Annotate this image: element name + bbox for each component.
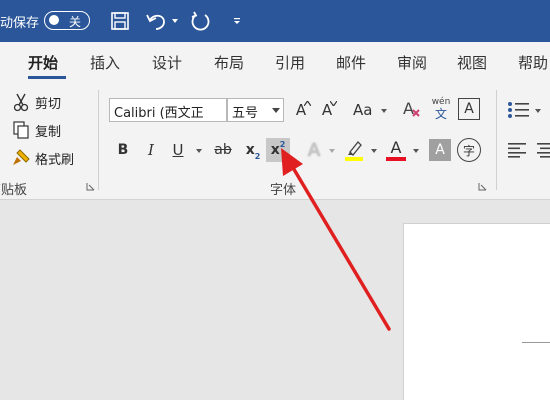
clear-formatting-icon: A bbox=[403, 99, 420, 118]
change-case-label: Aa bbox=[353, 101, 373, 119]
document-page[interactable] bbox=[403, 223, 550, 400]
font-name-value: Calibri (西文正 bbox=[114, 106, 204, 121]
enclose-characters-button[interactable]: 字 bbox=[457, 138, 481, 162]
tab-mailings[interactable]: 邮件 bbox=[336, 52, 366, 73]
undo-icon[interactable] bbox=[144, 9, 180, 33]
underline-glyph: U bbox=[172, 141, 184, 159]
text-effects-dropdown-icon[interactable] bbox=[329, 149, 335, 153]
bullet-list-icon bbox=[508, 102, 529, 118]
format-painter-button[interactable]: 格式刷 bbox=[10, 148, 74, 168]
toggle-knob bbox=[49, 15, 59, 25]
font-color-swatch bbox=[386, 157, 406, 161]
svg-text:A: A bbox=[403, 99, 414, 118]
subscript-button[interactable]: x2 bbox=[242, 138, 264, 162]
copy-button[interactable]: 复制 bbox=[10, 120, 61, 140]
clear-formatting-button[interactable]: A bbox=[400, 96, 424, 122]
font-group-label: 字体 bbox=[270, 183, 297, 198]
superscript-base: x bbox=[270, 142, 280, 158]
strikethrough-button[interactable]: ab bbox=[210, 138, 236, 162]
superscript-mark: 2 bbox=[279, 139, 286, 149]
grow-font-button[interactable]: A bbox=[290, 98, 312, 122]
autosave-label: 动保存 bbox=[0, 16, 40, 31]
autosave-state: 关 bbox=[69, 15, 82, 29]
text-effects-button[interactable]: A bbox=[302, 136, 326, 164]
strikethrough-glyph: ab bbox=[214, 142, 232, 158]
underline-dropdown-icon[interactable] bbox=[196, 149, 202, 153]
phonetic-guide-top: wén bbox=[431, 97, 451, 107]
subscript-mark: 2 bbox=[254, 151, 261, 161]
highlight-color-button[interactable] bbox=[342, 136, 366, 164]
font-size-value: 五号 bbox=[232, 106, 259, 121]
tab-references[interactable]: 引用 bbox=[275, 52, 305, 73]
character-border-button[interactable]: A bbox=[458, 98, 480, 120]
copy-icon bbox=[10, 120, 32, 140]
paintbrush-icon bbox=[10, 148, 32, 168]
bullets-button[interactable] bbox=[505, 98, 531, 122]
tab-help[interactable]: 帮助 bbox=[518, 52, 548, 73]
phonetic-guide-button[interactable]: wén 文 bbox=[428, 94, 454, 124]
italic-glyph: I bbox=[148, 141, 154, 159]
cut-button[interactable]: 剪切 bbox=[10, 92, 61, 112]
customize-qat-icon[interactable] bbox=[230, 9, 244, 33]
shrink-font-button[interactable]: A bbox=[316, 98, 338, 122]
font-color-dropdown-icon[interactable] bbox=[413, 149, 419, 153]
character-shading-button[interactable]: A bbox=[429, 139, 451, 161]
subscript-base: x bbox=[245, 142, 255, 158]
group-separator bbox=[496, 90, 497, 190]
clipboard-launcher-icon[interactable] bbox=[86, 182, 95, 191]
font-size-select[interactable]: 五号 bbox=[227, 98, 284, 122]
caret-up-icon bbox=[304, 101, 311, 106]
cut-label: 剪切 bbox=[35, 96, 62, 112]
tab-review[interactable]: 审阅 bbox=[397, 52, 427, 73]
tab-design[interactable]: 设计 bbox=[152, 52, 182, 73]
align-left-icon bbox=[508, 143, 526, 158]
group-separator bbox=[98, 90, 99, 190]
chevron-down-icon bbox=[381, 109, 387, 113]
chevron-down-icon bbox=[272, 108, 280, 113]
bullets-dropdown-icon[interactable] bbox=[535, 109, 541, 113]
clipboard-group-label: 剪贴板 bbox=[0, 183, 28, 198]
font-color-glyph: A bbox=[390, 138, 402, 157]
phonetic-guide-bottom: 文 bbox=[434, 107, 447, 121]
scissors-icon bbox=[10, 92, 32, 112]
tab-insert[interactable]: 插入 bbox=[90, 52, 120, 73]
italic-button[interactable]: I bbox=[140, 138, 162, 162]
underline-button[interactable]: U bbox=[167, 138, 189, 162]
caret-down-icon bbox=[330, 101, 337, 106]
copy-label: 复制 bbox=[35, 124, 62, 140]
bold-glyph: B bbox=[117, 142, 129, 158]
text-effects-glyph: A bbox=[307, 139, 321, 161]
active-tab-indicator bbox=[28, 76, 66, 79]
bold-button[interactable]: B bbox=[112, 138, 134, 162]
tab-layout[interactable]: 布局 bbox=[214, 52, 244, 73]
format-painter-label: 格式刷 bbox=[35, 152, 75, 168]
highlight-dropdown-icon[interactable] bbox=[371, 149, 377, 153]
tab-home[interactable]: 开始 bbox=[28, 52, 58, 73]
character-border-glyph: A bbox=[464, 101, 474, 117]
font-color-button[interactable]: A bbox=[384, 136, 408, 164]
save-icon[interactable] bbox=[108, 9, 132, 33]
align-left-button[interactable] bbox=[505, 138, 529, 162]
title-bar: 动保存 关 bbox=[0, 0, 550, 42]
margin-marker bbox=[522, 342, 550, 343]
enclose-characters-glyph: 字 bbox=[462, 143, 475, 158]
autosave-toggle[interactable]: 关 bbox=[44, 11, 90, 30]
redo-icon[interactable] bbox=[188, 9, 214, 33]
ribbon-tabs: 开始 插入 设计 布局 引用 邮件 审阅 视图 帮助 bbox=[0, 42, 550, 82]
change-case-button[interactable]: Aa bbox=[350, 98, 388, 122]
highlighter-icon bbox=[345, 141, 363, 161]
superscript-button[interactable]: x2 bbox=[266, 138, 290, 162]
font-launcher-icon[interactable] bbox=[478, 182, 487, 191]
align-center-icon bbox=[537, 143, 550, 158]
align-center-button[interactable] bbox=[535, 138, 550, 162]
tab-view[interactable]: 视图 bbox=[457, 52, 487, 73]
font-name-select[interactable]: Calibri (西文正 bbox=[109, 98, 227, 122]
character-shading-glyph: A bbox=[435, 142, 445, 158]
ribbon: 剪切 复制 格式刷 剪贴板 Calibri (西文正 五号 A A Aa A w… bbox=[0, 82, 550, 200]
document-canvas bbox=[0, 201, 550, 400]
